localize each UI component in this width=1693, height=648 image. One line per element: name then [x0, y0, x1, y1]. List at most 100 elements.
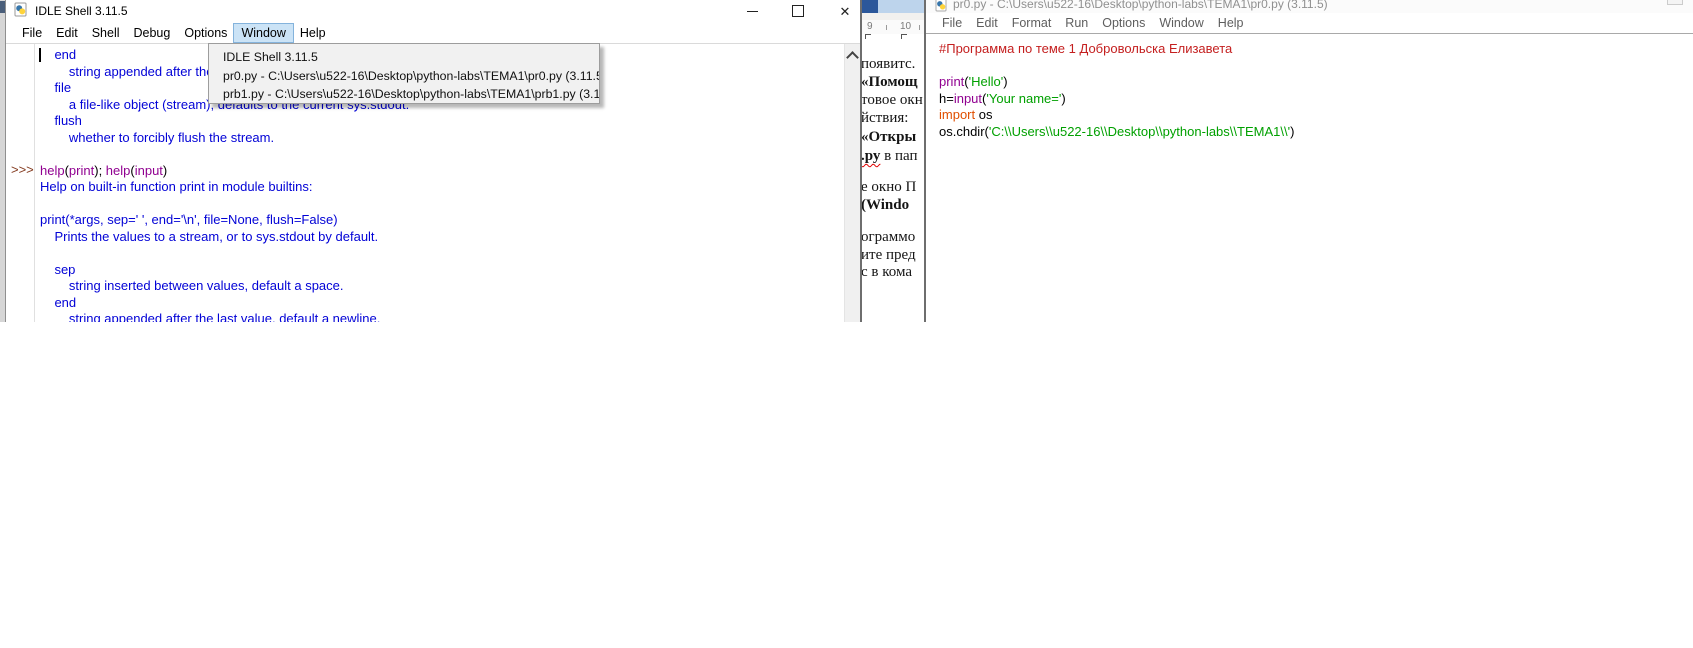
code-comment-line: #Программа по теме 1 Добровольска Елизав…	[939, 41, 1693, 58]
menu-file[interactable]: File	[935, 14, 969, 32]
word-ribbon-fragment	[878, 0, 924, 13]
word-ribbon-fragment	[862, 0, 878, 13]
misspelled-word: .ру	[862, 148, 880, 164]
idle-editor-window: pr0.py - C:\Users\u522-16\Desktop\python…	[924, 0, 1693, 322]
code-line-import: import os	[939, 107, 1693, 124]
menu-run[interactable]: Run	[1058, 14, 1095, 32]
python-file-icon	[935, 0, 948, 13]
paren: )	[163, 163, 167, 178]
help-line: print(*args, sep=' ', end='\n', file=Non…	[40, 212, 409, 229]
minimize-button[interactable]	[736, 0, 768, 22]
help-line: sep	[40, 262, 409, 279]
paren: )	[1061, 91, 1065, 106]
word-text-line: «Помощ	[862, 74, 918, 91]
close-button[interactable]: ✕	[829, 0, 861, 22]
word-text: в пап	[880, 148, 917, 164]
word-text-line-misspelled: .ру в пап	[862, 148, 918, 165]
ruler-mark-10: 10	[900, 21, 911, 32]
dropdown-item-shell[interactable]: IDLE Shell 3.11.5	[209, 48, 599, 67]
python-file-icon	[14, 2, 28, 20]
word-text-line: товое окн	[862, 92, 923, 109]
identifier: os	[975, 107, 992, 122]
maximize-icon	[792, 5, 804, 17]
blank-line	[40, 196, 409, 213]
desktop: { "colors": { "stdout_blue": "#0202d6", …	[0, 0, 1693, 648]
shell-scrollbar[interactable]	[844, 44, 860, 322]
editor-menubar: File Edit Format Run Options Window Help	[926, 13, 1693, 34]
code-line-input: h=input('Your name=')	[939, 91, 1693, 108]
builtin-help: help	[40, 163, 65, 178]
scroll-up-icon[interactable]	[846, 51, 859, 64]
ruler-tab-marker	[865, 34, 871, 39]
menu-edit[interactable]: Edit	[969, 14, 1005, 32]
code-line-print: print('Hello')	[939, 74, 1693, 91]
blank-line	[40, 245, 409, 262]
close-icon: ✕	[840, 5, 851, 18]
dropdown-item-pr0[interactable]: pr0.py - C:\Users\u522-16\Desktop\python…	[209, 67, 599, 86]
builtin-input: input	[135, 163, 163, 178]
menu-help[interactable]: Help	[1211, 14, 1251, 32]
ruler-tab-marker	[901, 34, 907, 39]
menu-debug[interactable]: Debug	[127, 24, 178, 42]
identifier: os.chdir(	[939, 124, 989, 139]
keyword-import: import	[939, 107, 975, 122]
string-literal: 'Hello'	[969, 74, 1004, 89]
word-text-line: ите пред	[862, 247, 916, 264]
ruler-tick	[886, 25, 887, 30]
identifier: h=	[939, 91, 954, 106]
window-menu-dropdown: IDLE Shell 3.11.5 pr0.py - C:\Users\u522…	[208, 43, 600, 104]
word-text-line: «Откры	[862, 129, 916, 146]
builtin-help: help	[106, 163, 131, 178]
background-icon-fragment	[0, 1, 5, 13]
menu-options[interactable]: Options	[177, 24, 234, 42]
blank-line	[939, 58, 1693, 75]
paren: )	[1003, 74, 1007, 89]
builtin-print: print	[69, 163, 94, 178]
word-text-line: с в кома	[862, 264, 912, 281]
editor-minimize-button-fragment[interactable]	[1667, 0, 1683, 5]
menu-window[interactable]: Window	[1152, 14, 1210, 32]
string-literal: 'C:\\Users\\u522-16\\Desktop\\python-lab…	[989, 124, 1290, 139]
shell-sidebar-separator	[34, 44, 35, 322]
dropdown-item-prb1[interactable]: prb1.py - C:\Users\u522-16\Desktop\pytho…	[209, 85, 599, 104]
shell-input-line: help(print); help(input)	[40, 163, 409, 180]
string-literal: 'Your name='	[986, 91, 1061, 106]
word-text-line: йствия:	[862, 110, 908, 127]
help-line: Prints the values to a stream, or to sys…	[40, 229, 409, 246]
paren: )	[1290, 124, 1294, 139]
menu-format[interactable]: Format	[1005, 14, 1059, 32]
editor-text-area[interactable]: #Программа по теме 1 Добровольска Елизав…	[926, 34, 1693, 140]
shell-prompt: >>>	[11, 162, 34, 177]
menu-shell[interactable]: Shell	[85, 24, 127, 42]
word-document-window[interactable]: 9 10 появитс. «Помощ товое окн йствия: «…	[862, 0, 924, 322]
ruler-mark-9: 9	[867, 21, 873, 32]
help-line: flush	[40, 113, 409, 130]
code-line-chdir: os.chdir('C:\\Users\\u522-16\\Desktop\\p…	[939, 124, 1693, 141]
word-ribbon-band	[862, 13, 924, 20]
builtin-input: input	[954, 91, 982, 106]
minimize-icon	[747, 11, 758, 12]
help-line: end	[40, 295, 409, 312]
help-line: Help on built-in function print in modul…	[40, 179, 409, 196]
menu-file[interactable]: File	[15, 24, 49, 42]
menu-options[interactable]: Options	[1095, 14, 1152, 32]
word-text-line: ограммо	[862, 229, 915, 246]
shell-window-title: IDLE Shell 3.11.5	[35, 4, 128, 18]
blank-line	[40, 146, 409, 163]
help-line: string appended after the last value, de…	[40, 311, 409, 322]
menu-help[interactable]: Help	[293, 24, 333, 42]
editor-titlebar[interactable]: pr0.py - C:\Users\u522-16\Desktop\python…	[926, 0, 1693, 13]
word-ruler: 9 10	[862, 20, 924, 34]
word-text-line: появитс.	[862, 56, 915, 73]
menu-window-open[interactable]: Window	[234, 24, 292, 42]
menu-edit[interactable]: Edit	[49, 24, 85, 42]
help-line: whether to forcibly flush the stream.	[40, 130, 409, 147]
separator: ;	[99, 163, 106, 178]
maximize-button[interactable]	[782, 0, 814, 22]
editor-window-title: pr0.py - C:\Users\u522-16\Desktop\python…	[953, 0, 1328, 11]
word-text-line: (Windo	[862, 197, 909, 214]
ruler-tick	[919, 25, 920, 30]
shell-titlebar[interactable]: IDLE Shell 3.11.5 ✕	[6, 0, 860, 22]
shell-menubar: File Edit Shell Debug Options Window Hel…	[6, 22, 860, 44]
help-line: string inserted between values, default …	[40, 278, 409, 295]
